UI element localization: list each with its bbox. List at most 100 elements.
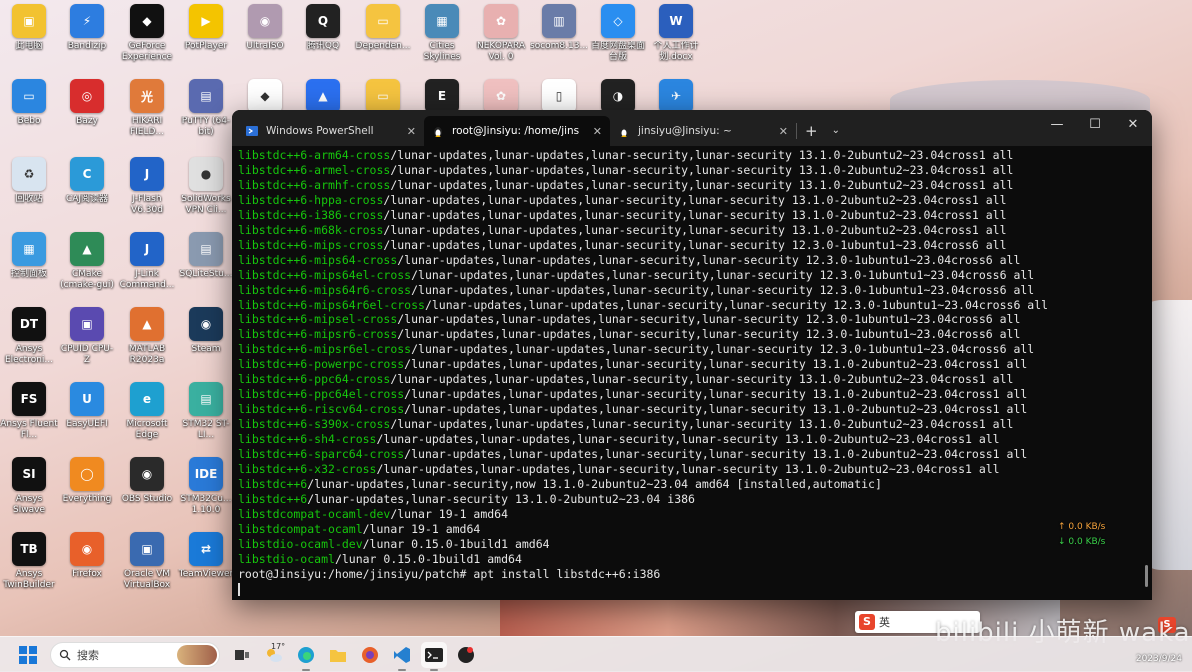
desktop-icon-label: 回收站 (15, 194, 43, 204)
desktop-icon[interactable]: ▦ 控制面板 (0, 232, 58, 280)
taskbar-edge[interactable] (293, 642, 319, 671)
package-details: /lunar-updates,lunar-updates,lunar-secur… (390, 148, 1014, 162)
package-name: libstdc++6-s390x-cross (238, 417, 391, 432)
desktop-icon-label: UltraISO (246, 41, 284, 51)
windows-logo-icon (19, 645, 37, 664)
desktop-icon[interactable]: ▭ Dependen... (354, 4, 412, 52)
desktop-icon[interactable]: C CAJ阅读器 (58, 157, 116, 205)
app-icon: J (130, 232, 164, 266)
desktop-icon[interactable]: W 个人工作计划.docx (647, 4, 705, 63)
desktop-icon[interactable]: ▤ PuTTY (64-bit) (177, 79, 235, 138)
edge-icon (298, 646, 314, 663)
chevron-down-icon[interactable]: ⌄ (826, 116, 846, 146)
desktop-icon[interactable]: ✿ NEKOPARA Vol. 0 (472, 4, 530, 63)
minimize-button[interactable]: — (1038, 110, 1076, 142)
close-icon[interactable]: ✕ (407, 125, 416, 138)
taskbar-vscode[interactable] (389, 642, 415, 671)
desktop-icon[interactable]: ▲ CMake (cmake-gui) (58, 232, 116, 291)
taskbar-clock[interactable]: 2023/9/24 (1136, 654, 1182, 664)
desktop-icon[interactable]: ◉ UltraISO (236, 4, 294, 52)
desktop-icon[interactable]: ▣ Oracle VM VirtualBox (118, 532, 176, 591)
desktop-icon[interactable]: IDE STM32Cu... 1.10.0 (177, 457, 235, 516)
desktop-icon[interactable]: ▭ Bebo (0, 79, 58, 127)
desktop-icon[interactable]: ◉ Firefox (58, 532, 116, 580)
package-details: /lunar-updates,lunar-security,now 13.1.0… (307, 476, 882, 491)
start-button[interactable] (15, 642, 41, 668)
taskbar: 搜索 (0, 636, 1192, 672)
app-icon: 光 (130, 79, 164, 113)
linux-penguin-icon (620, 127, 628, 137)
desktop-icon[interactable]: ▤ SQLiteStu... (177, 232, 235, 280)
new-tab-button[interactable]: + (797, 116, 826, 146)
desktop-icon[interactable]: SI Ansys SIwave (0, 457, 58, 516)
desktop-icon[interactable]: Q 腾讯QQ (294, 4, 352, 52)
desktop-icon-label: J-Flash V6.30d (131, 194, 163, 215)
taskbar-app[interactable] (453, 642, 479, 668)
desktop-icon[interactable]: ⇄ TeamViewer (177, 532, 235, 580)
close-icon[interactable]: ✕ (779, 125, 788, 138)
desktop-icon[interactable]: FS Ansys Fluent Fl... (0, 382, 58, 441)
desktop-icon[interactable]: ▣ CPUID CPU-Z (58, 307, 116, 366)
tab-root-shell[interactable]: root@Jinsiyu: /home/jinsiyu/p ✕ (424, 116, 610, 146)
desktop-icon[interactable]: ● SolidWorks VPN Cli... (177, 157, 235, 216)
taskbar-file-explorer[interactable] (325, 642, 351, 668)
package-name: libstdc++6 (238, 491, 308, 506)
terminal-line: libstdc++6-arm64-cross/lunar-updates,lun… (238, 148, 1146, 163)
desktop-icon[interactable]: e Microsoft Edge (118, 382, 176, 441)
tab-user-shell[interactable]: jinsiyu@Jinsiyu: ~ ✕ (610, 116, 796, 146)
desktop-icon-label: socom8.13... (530, 41, 588, 51)
desktop-icon[interactable]: ⚡ Bandizip (58, 4, 116, 52)
desktop-icon[interactable]: U EasyUEFI (58, 382, 116, 430)
app-icon: ▦ (12, 232, 46, 266)
windows-terminal-window[interactable]: Windows PowerShell ✕ root@Jinsiyu: /home… (232, 110, 1152, 600)
desktop-icon[interactable]: ◉ Steam (177, 307, 235, 355)
desktop-icon[interactable]: J J-Flash V6.30d (118, 157, 176, 216)
terminal-line: libstdc++6-mipsel-cross/lunar-updates,lu… (238, 312, 1146, 327)
package-name: libstdc++6-sparc64-cross (238, 447, 405, 462)
desktop-icon[interactable]: 光 HIKARI FIELD... (118, 79, 176, 138)
app-icon: ◎ (70, 79, 104, 113)
desktop-icon[interactable]: ◯ Everything (58, 457, 116, 505)
desktop-icon[interactable]: ◆ GeForce Experience (118, 4, 176, 63)
terminal-output[interactable]: libstdc++6-arm64-cross/lunar-updates,lun… (232, 146, 1152, 599)
desktop-icon[interactable]: J J-Link Command... (118, 232, 176, 291)
package-details: /lunar 0.15.0-1build1 amd64 (334, 551, 522, 566)
desktop-icon[interactable]: ▶ PotPlayer (177, 4, 235, 52)
desktop-icon[interactable]: ▦ Cities Skylines (413, 4, 471, 63)
app-icon: ▭ (366, 79, 400, 113)
scrollbar[interactable] (1145, 565, 1148, 587)
close-icon[interactable]: ✕ (593, 125, 602, 138)
desktop-icon[interactable]: ◇ 百度网盘桌面台版 (589, 4, 647, 63)
desktop-icon-label: Bebo (17, 116, 41, 126)
ime-mode[interactable]: 英 (879, 614, 890, 630)
close-window-button[interactable]: ✕ (1114, 110, 1152, 142)
package-name: libstdc++6-armel-cross (238, 162, 391, 177)
package-details: /lunar-updates,lunar-security 13.1.0-2ub… (307, 491, 695, 506)
taskbar-search[interactable]: 搜索 (50, 641, 220, 668)
desktop-icon[interactable]: ▥ socom8.13... (530, 4, 588, 52)
maximize-button[interactable]: ☐ (1076, 110, 1114, 142)
taskbar-terminal[interactable] (421, 641, 447, 671)
desktop-icon[interactable]: ◉ OBS Studio (118, 457, 176, 505)
terminal-line: libstdc++6-hppa-cross/lunar-updates,luna… (238, 193, 1146, 208)
input-line[interactable] (238, 582, 1146, 597)
search-icon (59, 649, 71, 660)
desktop-icon[interactable]: ▤ STM32 ST-LI... (177, 382, 235, 441)
text-cursor (238, 582, 240, 596)
desktop-icon[interactable]: ◎ Bazy (58, 79, 116, 127)
package-details: /lunar-updates,lunar-updates,lunar-secur… (397, 252, 1021, 267)
task-view-button[interactable] (229, 642, 255, 668)
desktop-icon-label: 腾讯QQ (306, 41, 340, 51)
command-prompt[interactable]: root@Jinsiyu:/home/jinsiyu/patch# apt in… (238, 567, 1146, 582)
package-name: libstdc++6-arm64-cross (238, 148, 391, 162)
package-details: /lunar-updates,lunar-updates,lunar-secur… (383, 192, 1007, 207)
desktop-icon[interactable]: ▣ 此电脑 (0, 4, 58, 52)
taskbar-firefox[interactable] (357, 642, 383, 668)
desktop-icon[interactable]: TB Ansys TwinBuilder (0, 532, 58, 591)
desktop-icon[interactable]: ♻ 回收站 (0, 157, 58, 205)
tab-windows-powershell[interactable]: Windows PowerShell ✕ (238, 116, 424, 146)
desktop-icon[interactable]: DT Ansys Electroni... (0, 307, 58, 366)
app-icon: ▤ (189, 79, 223, 113)
desktop-icon-label: EasyUEFI (66, 419, 108, 429)
desktop-icon[interactable]: ▲ MATLAB R2023a (118, 307, 176, 366)
